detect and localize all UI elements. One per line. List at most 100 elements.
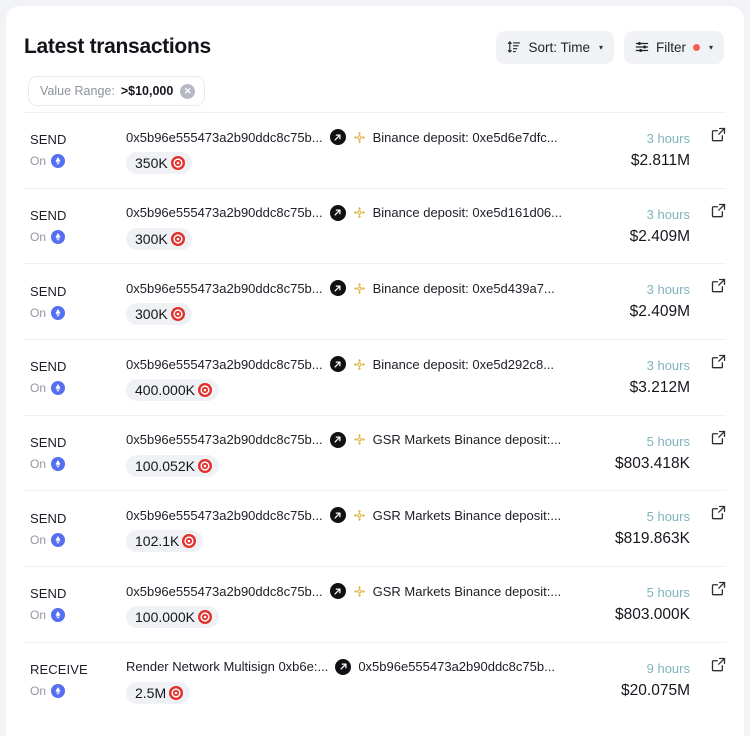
- table-row-7[interactable]: RECEIVE On Render Network Multisign 0xb6…: [24, 641, 726, 718]
- row-value-cell: 5 hours $819.863K: [562, 509, 692, 548]
- chain-prefix-label: On: [30, 154, 47, 169]
- header-actions: Sort: Time ▾ Filter ▾: [496, 30, 724, 64]
- ethereum-icon: [51, 154, 66, 169]
- token-amount-badge: 2.5M: [126, 681, 191, 704]
- row-detail-cell: 0x5b96e555473a2b90ddc8c75b... Binance de…: [126, 340, 562, 402]
- filter-button-label: Filter: [655, 39, 686, 55]
- table-row-0[interactable]: SEND On 0x5b96e555473a2b90ddc8c75b... Bi…: [24, 112, 726, 188]
- to-address[interactable]: Binance deposit: 0xe5d161d06...: [373, 205, 562, 220]
- external-link-icon: [711, 657, 726, 672]
- from-address[interactable]: 0x5b96e555473a2b90ddc8c75b...: [126, 508, 323, 523]
- filter-chip-key: Value Range:: [40, 84, 115, 98]
- row-value-cell: 3 hours $3.212M: [562, 358, 692, 397]
- table-row-2[interactable]: SEND On 0x5b96e555473a2b90ddc8c75b... Bi…: [24, 263, 726, 339]
- ethereum-icon: [51, 230, 66, 245]
- filter-chip-value-range[interactable]: Value Range: >$10,000 ✕: [28, 76, 206, 106]
- from-address[interactable]: Render Network Multisign 0xb6e:...: [126, 659, 328, 674]
- to-address[interactable]: Binance deposit: 0xe5d292c8...: [373, 357, 554, 372]
- external-link-button[interactable]: [692, 264, 726, 293]
- row-address-line: 0x5b96e555473a2b90ddc8c75b... GSR Market…: [126, 583, 562, 600]
- row-direction-cell: RECEIVE On: [24, 662, 126, 699]
- sort-button[interactable]: Sort: Time ▾: [496, 30, 614, 64]
- transaction-direction: SEND: [30, 208, 67, 224]
- external-link-button[interactable]: [692, 567, 726, 596]
- to-address[interactable]: Binance deposit: 0xe5d6e7dfc...: [373, 130, 558, 145]
- row-detail-cell: 0x5b96e555473a2b90ddc8c75b... GSR Market…: [126, 416, 562, 477]
- row-value-cell: 5 hours $803.000K: [562, 585, 692, 624]
- arrow-out-icon: [329, 129, 346, 145]
- external-link-button[interactable]: [692, 113, 726, 142]
- render-token-icon: [197, 383, 212, 398]
- token-amount: 350K: [135, 155, 168, 171]
- chain-prefix-label: On: [30, 457, 47, 472]
- arrow-out-icon: [335, 658, 352, 675]
- chain-prefix-label: On: [30, 305, 47, 320]
- to-address[interactable]: GSR Markets Binance deposit:...: [373, 432, 562, 447]
- row-direction-cell: SEND On: [24, 435, 126, 472]
- token-amount-badge: 300K: [126, 227, 192, 250]
- table-row-3[interactable]: SEND On 0x5b96e555473a2b90ddc8c75b... Bi…: [24, 339, 726, 415]
- arrow-out-icon: [329, 431, 346, 448]
- external-link-icon: [711, 505, 726, 520]
- row-address-line: 0x5b96e555473a2b90ddc8c75b... Binance de…: [126, 129, 562, 145]
- token-amount-badge: 300K: [126, 303, 192, 326]
- row-detail-cell: 0x5b96e555473a2b90ddc8c75b... Binance de…: [126, 113, 562, 174]
- close-icon[interactable]: ✕: [180, 83, 196, 99]
- table-row-4[interactable]: SEND On 0x5b96e555473a2b90ddc8c75b... GS…: [24, 414, 726, 491]
- binance-icon: [353, 509, 366, 522]
- transaction-direction: RECEIVE: [30, 662, 88, 678]
- table-row-6[interactable]: SEND On 0x5b96e555473a2b90ddc8c75b... GS…: [24, 566, 726, 642]
- from-address[interactable]: 0x5b96e555473a2b90ddc8c75b...: [126, 130, 323, 145]
- transaction-usd-value: $2.811M: [630, 151, 690, 169]
- external-link-icon: [711, 430, 726, 445]
- to-address[interactable]: GSR Markets Binance deposit:...: [373, 508, 562, 523]
- token-amount: 100.052K: [135, 457, 195, 474]
- filter-active-indicator-icon: [692, 43, 700, 51]
- filter-button[interactable]: Filter ▾: [623, 30, 724, 64]
- from-address[interactable]: 0x5b96e555473a2b90ddc8c75b...: [126, 584, 323, 599]
- transaction-usd-value: $2.409M: [629, 227, 690, 245]
- row-direction-cell: SEND On: [24, 132, 126, 169]
- binance-icon: [353, 585, 366, 598]
- token-amount: 300K: [135, 230, 168, 247]
- row-value-cell: 9 hours $20.075M: [562, 661, 692, 700]
- row-direction-cell: SEND On: [24, 284, 126, 320]
- row-address-line: 0x5b96e555473a2b90ddc8c75b... GSR Market…: [126, 431, 562, 448]
- arrow-out-icon: [329, 280, 346, 297]
- transaction-usd-value: $20.075M: [621, 681, 690, 699]
- active-filter-chips: Value Range: >$10,000 ✕: [6, 66, 744, 112]
- arrow-out-icon: [329, 356, 346, 373]
- external-link-button[interactable]: [692, 643, 726, 672]
- token-amount-badge: 100.000K: [126, 606, 219, 629]
- row-detail-cell: 0x5b96e555473a2b90ddc8c75b... Binance de…: [126, 189, 562, 250]
- to-address[interactable]: Binance deposit: 0xe5d439a7...: [373, 281, 555, 296]
- from-address[interactable]: 0x5b96e555473a2b90ddc8c75b...: [126, 432, 323, 447]
- transaction-direction: SEND: [30, 435, 67, 451]
- to-address[interactable]: GSR Markets Binance deposit:...: [373, 584, 562, 599]
- external-link-button[interactable]: [692, 189, 726, 218]
- ethereum-icon: [51, 305, 66, 320]
- token-amount-badge: 400.000K: [126, 379, 219, 402]
- chain-prefix-label: On: [30, 381, 47, 396]
- row-chain: On: [30, 381, 126, 396]
- from-address[interactable]: 0x5b96e555473a2b90ddc8c75b...: [126, 205, 323, 220]
- row-chain: On: [30, 608, 126, 623]
- table-row-1[interactable]: SEND On 0x5b96e555473a2b90ddc8c75b... Bi…: [24, 187, 726, 264]
- external-link-icon: [711, 581, 726, 596]
- transaction-time: 9 hours: [646, 660, 690, 676]
- table-row-5[interactable]: SEND On 0x5b96e555473a2b90ddc8c75b... GS…: [24, 490, 726, 566]
- external-link-button[interactable]: [692, 491, 726, 520]
- binance-icon: [353, 206, 366, 219]
- transaction-time: 3 hours: [646, 357, 690, 373]
- external-link-icon: [711, 278, 726, 293]
- row-address-line: 0x5b96e555473a2b90ddc8c75b... GSR Market…: [126, 507, 562, 524]
- external-link-button[interactable]: [692, 340, 726, 369]
- from-address[interactable]: 0x5b96e555473a2b90ddc8c75b...: [126, 357, 323, 372]
- transaction-usd-value: $803.418K: [615, 454, 690, 472]
- filter-sliders-icon: [635, 40, 649, 54]
- row-value-cell: 3 hours $2.409M: [562, 282, 692, 321]
- transaction-usd-value: $3.212M: [629, 378, 690, 396]
- from-address[interactable]: 0x5b96e555473a2b90ddc8c75b...: [126, 281, 323, 296]
- to-address[interactable]: 0x5b96e555473a2b90ddc8c75b...: [358, 659, 555, 674]
- external-link-button[interactable]: [692, 416, 726, 445]
